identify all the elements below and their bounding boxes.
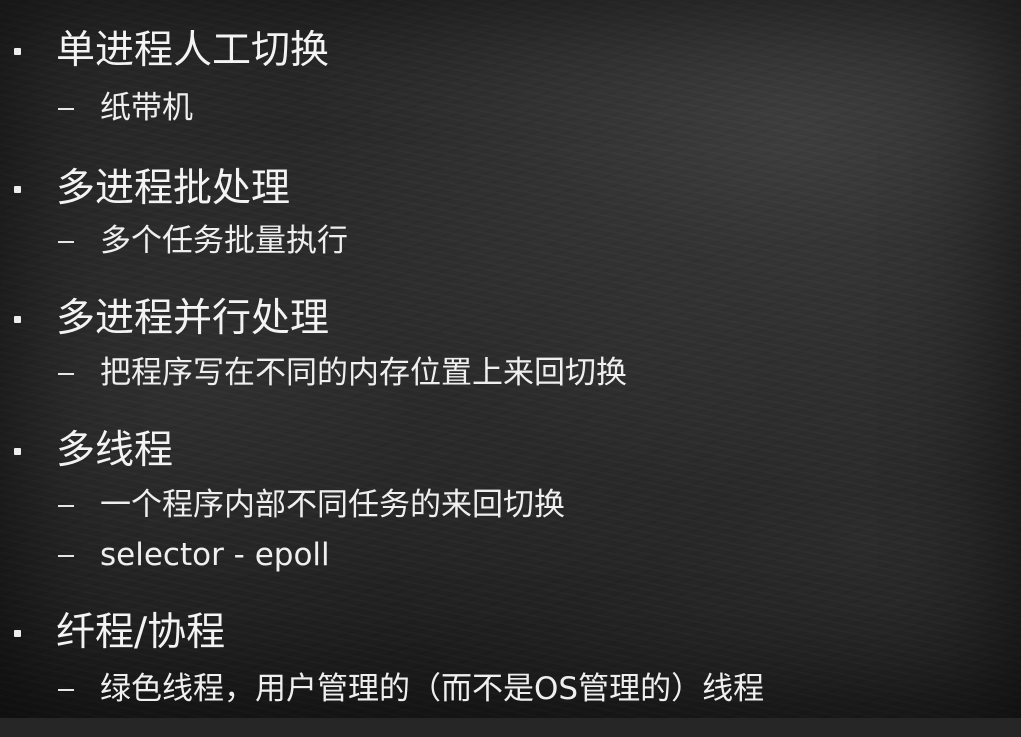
sub-bullet-dash — [58, 689, 74, 691]
bullet-item: 多线程 一个程序内部不同任务的来回切换 selector - epoll — [0, 425, 1021, 573]
sub-bullet-text: 绿色线程，用户管理的（而不是OS管理的）线程 — [100, 671, 765, 707]
bullet-title: 多线程 — [56, 428, 174, 473]
bullet-title: 纤程/协程 — [56, 610, 226, 655]
bullet-item: 多进程并行处理 把程序写在不同的内存位置上来回切换 — [0, 293, 1021, 423]
sub-bullet-dash — [58, 108, 74, 110]
bullet-title: 多进程批处理 — [56, 166, 291, 211]
bullet-marker — [14, 316, 21, 323]
bullet-item: 多进程批处理 多个任务批量执行 — [0, 163, 1021, 293]
sub-bullet-text: selector - epoll — [100, 537, 330, 573]
sub-bullet-text: 多个任务批量执行 — [100, 223, 348, 259]
sub-bullet-dash — [58, 505, 74, 507]
bullet-marker — [14, 186, 21, 193]
sub-bullet-text: 把程序写在不同的内存位置上来回切换 — [100, 355, 627, 391]
sub-bullet-text: 一个程序内部不同任务的来回切换 — [100, 487, 565, 523]
bullet-title: 单进程人工切换 — [56, 28, 330, 73]
sub-bullet-dash — [58, 555, 74, 557]
bullet-marker — [14, 630, 21, 637]
bullet-item: 单进程人工切换 纸带机 — [0, 25, 1021, 155]
bullet-title: 多进程并行处理 — [56, 296, 330, 341]
bullet-marker — [14, 448, 21, 455]
sub-bullet-text: 纸带机 — [100, 90, 193, 126]
sub-bullet-dash — [58, 373, 74, 375]
bullet-marker — [14, 48, 21, 55]
sub-bullet-dash — [58, 241, 74, 243]
